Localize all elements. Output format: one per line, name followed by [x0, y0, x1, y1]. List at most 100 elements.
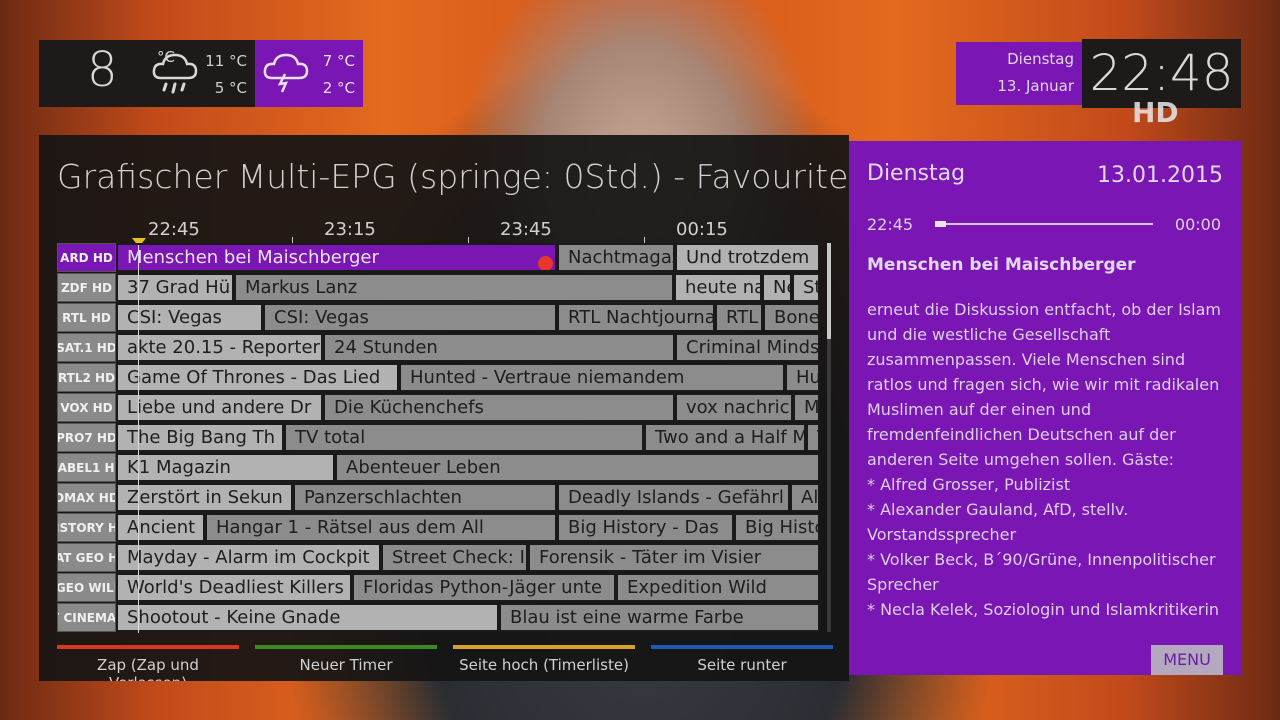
- epg-event[interactable]: 24 Stunden: [323, 333, 675, 362]
- channel-logo[interactable]: RTL HD: [57, 303, 116, 332]
- epg-event[interactable]: Mayday - Alarm im Cockpit: [116, 543, 381, 572]
- epg-event[interactable]: Und trotzdem: [675, 243, 820, 272]
- channel-row: ZDF HD 37 Grad Hü Markus Lanz heute nach…: [57, 273, 820, 302]
- channel-logo[interactable]: NAT GEO HD: [57, 543, 116, 572]
- epg-event[interactable]: Markus Lanz: [234, 273, 674, 302]
- scrollbar-thumb[interactable]: [827, 243, 831, 339]
- channel-logo[interactable]: VOX HD: [57, 393, 116, 422]
- today-low: 5 °C: [214, 79, 247, 97]
- epg-event[interactable]: Game Of Thrones - Das Lied: [116, 363, 399, 392]
- weekday-label: Dienstag: [1007, 50, 1074, 68]
- timeline-label: 23:45: [500, 219, 552, 240]
- date-label: 13. Januar: [997, 77, 1074, 95]
- channel-row: DMAX HD Zerstört in Sekun Panzerschlacht…: [57, 483, 820, 512]
- epg-event[interactable]: Menschen bei Maischberger: [116, 243, 557, 272]
- epg-event[interactable]: Ancient: [116, 513, 205, 542]
- channel-row: SKY CINEMA HD Shootout - Keine Gnade Bla…: [57, 603, 820, 632]
- channel-logo[interactable]: RTL2 HD: [57, 363, 116, 392]
- epg-event[interactable]: Two and a Half M: [644, 423, 806, 452]
- channel-row: HISTORY HD Ancient Hangar 1 - Rätsel aus…: [57, 513, 820, 542]
- channel-row: PRO7 HD The Big Bang Th TV total Two and…: [57, 423, 820, 452]
- weather-tomorrow-panel: 7 °C 2 °C: [255, 40, 363, 107]
- epg-grid[interactable]: ARD HD Menschen bei Maischberger Nachtma…: [57, 243, 820, 633]
- tomorrow-low: 2 °C: [322, 79, 355, 97]
- epg-event[interactable]: Big Histo: [734, 513, 820, 542]
- channel-logo[interactable]: ZDF HD: [57, 273, 116, 302]
- record-icon: [538, 256, 553, 270]
- channel-logo[interactable]: PRO7 HD: [57, 423, 116, 452]
- epg-event[interactable]: Expedition Wild: [616, 573, 820, 602]
- epg-event[interactable]: 37 Grad Hü: [116, 273, 234, 302]
- weather-today-panel: 8 °C 11 °C 5 °C: [39, 40, 255, 107]
- epg-event[interactable]: Hangar 1 - Rätsel aus dem All: [205, 513, 557, 542]
- channel-logo[interactable]: NAT GEO WILD HD: [57, 573, 116, 602]
- epg-event[interactable]: Deadly Islands - Gefährl: [557, 483, 790, 512]
- channel-row: ARD HD Menschen bei Maischberger Nachtma…: [57, 243, 820, 272]
- epg-event[interactable]: Bones: [763, 303, 820, 332]
- green-button-timer[interactable]: Neuer Timer: [255, 645, 437, 674]
- epg-event[interactable]: K1 Magazin: [116, 453, 335, 482]
- epg-event[interactable]: RTL: [715, 303, 763, 332]
- event-info-panel: Dienstag 13.01.2015 22:45 00:00 Menschen…: [849, 141, 1241, 675]
- epg-event[interactable]: Al: [790, 483, 820, 512]
- epg-event[interactable]: Abenteuer Leben: [335, 453, 820, 482]
- epg-event[interactable]: Criminal Minds: [675, 333, 820, 362]
- today-high: 11 °C: [205, 52, 247, 70]
- channel-logo[interactable]: KABEL1 HD: [57, 453, 116, 482]
- rain-cloud-icon: [149, 48, 201, 104]
- info-weekday: Dienstag: [867, 161, 966, 186]
- epg-event[interactable]: Hu: [785, 363, 820, 392]
- timeline-label: 23:15: [324, 219, 376, 240]
- epg-event[interactable]: Liebe und andere Dr: [116, 393, 323, 422]
- red-button-zap[interactable]: Zap (Zap und Verlassen): [57, 645, 239, 681]
- epg-event[interactable]: Nachtmagazin: [557, 243, 675, 272]
- timeline-label: 00:15: [676, 219, 728, 240]
- epg-event[interactable]: World's Deadliest Killers: [116, 573, 352, 602]
- epg-event[interactable]: The Big Bang Th: [116, 423, 284, 452]
- epg-event[interactable]: akte 20.15 - Reporter: [116, 333, 323, 362]
- tomorrow-high: 7 °C: [322, 52, 355, 70]
- menu-button[interactable]: MENU: [1151, 645, 1223, 675]
- date-panel: Dienstag 13. Januar: [956, 42, 1082, 105]
- epg-event[interactable]: heute nacht: [674, 273, 762, 302]
- epg-event[interactable]: Shootout - Keine Gnade: [116, 603, 499, 632]
- epg-event[interactable]: Hunted - Vertraue niemandem: [399, 363, 785, 392]
- scrollbar-track[interactable]: [827, 339, 831, 632]
- progress-bar-fill: [935, 221, 946, 227]
- epg-event[interactable]: St: [792, 273, 820, 302]
- epg-event[interactable]: Street Check: I: [381, 543, 528, 572]
- epg-panel: Grafischer Multi-EPG (springe: 0Std.) - …: [39, 135, 849, 681]
- epg-event[interactable]: TV total: [284, 423, 644, 452]
- current-temperature: 8: [87, 42, 118, 98]
- channel-hd-badge: HD: [1132, 96, 1179, 129]
- channel-logo[interactable]: SAT.1 HD: [57, 333, 116, 362]
- epg-event[interactable]: RTL Nachtjournal: [557, 303, 715, 332]
- epg-event[interactable]: CSI: Vegas: [263, 303, 557, 332]
- epg-event[interactable]: Zerstört in Sekun: [116, 483, 293, 512]
- epg-event[interactable]: Die Küchenchefs: [323, 393, 675, 422]
- epg-event[interactable]: Forensik - Täter im Visier: [528, 543, 820, 572]
- info-event-title: Menschen bei Maischberger: [867, 255, 1136, 275]
- epg-event[interactable]: Ne: [762, 273, 792, 302]
- info-description: erneut die Diskussion entfacht, ob der I…: [867, 300, 1221, 619]
- epg-event[interactable]: Big History - Das: [557, 513, 734, 542]
- channel-logo[interactable]: ARD HD: [57, 243, 116, 272]
- epg-title: Grafischer Multi-EPG (springe: 0Std.) - …: [57, 157, 849, 196]
- channel-logo[interactable]: DMAX HD: [57, 483, 116, 512]
- epg-event[interactable]: Blau ist eine warme Farbe: [499, 603, 820, 632]
- yellow-button-page-up[interactable]: Seite hoch (Timerliste): [453, 645, 635, 674]
- channel-row: NAT GEO HD Mayday - Alarm im Cockpit Str…: [57, 543, 820, 572]
- channel-logo[interactable]: HISTORY HD: [57, 513, 116, 542]
- info-end-time: 00:00: [1174, 215, 1221, 234]
- epg-event[interactable]: Floridas Python-Jäger unte: [352, 573, 616, 602]
- epg-event[interactable]: vox nachrichten: [675, 393, 793, 422]
- blue-button-page-down[interactable]: Seite runter: [651, 645, 833, 674]
- info-start-time: 22:45: [867, 215, 914, 234]
- epg-event[interactable]: Panzerschlachten: [293, 483, 557, 512]
- channel-logo[interactable]: SKY CINEMA HD: [57, 603, 116, 632]
- channel-row: NAT GEO WILD HD World's Deadliest Killer…: [57, 573, 820, 602]
- progress-bar: [935, 223, 1153, 225]
- channel-row: RTL2 HD Game Of Thrones - Das Lied Hunte…: [57, 363, 820, 392]
- epg-event[interactable]: T: [806, 423, 820, 452]
- epg-event[interactable]: M: [793, 393, 820, 422]
